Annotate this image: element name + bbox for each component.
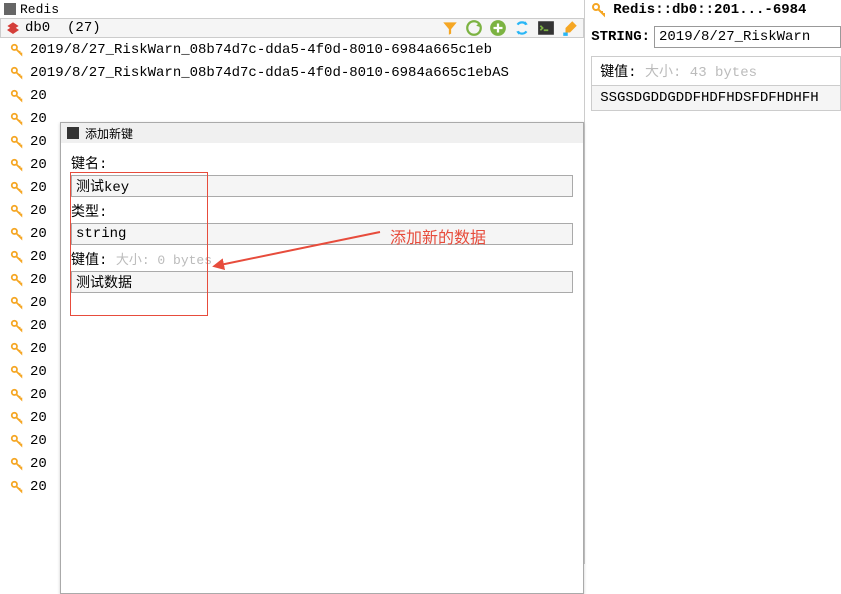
dialog-title-text: 添加新键 [85, 125, 133, 142]
type-label: 类型: [71, 201, 573, 221]
key-text: 20 [30, 410, 47, 426]
key-text: 20 [30, 433, 47, 449]
add-key-dialog: 添加新键 键名: 类型: 键值: 大小: 0 bytes [60, 122, 584, 594]
key-icon [10, 411, 24, 425]
key-icon [10, 342, 24, 356]
right-value-label: 键值: [600, 65, 636, 81]
string-label: STRING: [591, 29, 650, 45]
keyname-label: 键名: [71, 153, 573, 173]
key-text: 2019/8/27_RiskWarn_08b74d7c-dda5-4f0d-80… [30, 42, 492, 58]
right-breadcrumb: Redis::db0::201...-6984 [591, 0, 841, 20]
type-input[interactable] [71, 223, 573, 245]
key-icon [10, 296, 24, 310]
dialog-titlebar[interactable]: 添加新键 [61, 123, 583, 143]
titlebar: Redis [0, 0, 584, 18]
db-header[interactable]: db0 (27) [0, 18, 584, 38]
key-icon [10, 89, 24, 103]
terminal-icon[interactable] [537, 19, 555, 37]
key-icon [10, 365, 24, 379]
key-text: 20 [30, 364, 47, 380]
key-text: 2019/8/27_RiskWarn_08b74d7c-dda5-4f0d-80… [30, 65, 509, 81]
key-text: 20 [30, 88, 47, 104]
value-input[interactable] [71, 271, 573, 293]
string-key-input[interactable] [654, 26, 841, 48]
key-text: 20 [30, 134, 47, 150]
keyname-input[interactable] [71, 175, 573, 197]
key-icon [10, 181, 24, 195]
key-icon [10, 227, 24, 241]
key-row[interactable]: 2019/8/27_RiskWarn_08b74d7c-dda5-4f0d-80… [0, 38, 584, 61]
right-value-content[interactable]: SSGSDGDDGDDFHDFHDSFDFHDHFH [592, 85, 840, 110]
key-icon [10, 480, 24, 494]
key-text: 20 [30, 226, 47, 242]
right-value-hint: 大小: 43 bytes [645, 65, 757, 81]
toolbar [441, 19, 579, 37]
key-text: 20 [30, 479, 47, 495]
key-text: 20 [30, 295, 47, 311]
value-label: 键值: 大小: 0 bytes [71, 249, 573, 269]
key-row[interactable]: 20 [0, 84, 584, 107]
title-text: Redis [20, 2, 59, 17]
key-text: 20 [30, 157, 47, 173]
key-icon [591, 2, 607, 18]
dialog-icon [67, 127, 79, 139]
key-icon [10, 66, 24, 80]
key-icon [10, 112, 24, 126]
key-icon [10, 319, 24, 333]
key-text: 20 [30, 318, 47, 334]
key-text: 20 [30, 456, 47, 472]
key-icon [10, 43, 24, 57]
key-text: 20 [30, 341, 47, 357]
key-icon [10, 158, 24, 172]
add-icon[interactable] [489, 19, 507, 37]
db-name: db0 (27) [25, 20, 101, 36]
database-icon [5, 20, 21, 36]
annotation-text: 添加新的数据 [390, 224, 486, 248]
key-icon [10, 388, 24, 402]
key-text: 20 [30, 180, 47, 196]
key-text: 20 [30, 203, 47, 219]
key-text: 20 [30, 111, 47, 127]
key-icon [10, 457, 24, 471]
key-text: 20 [30, 272, 47, 288]
key-icon [10, 250, 24, 264]
key-icon [10, 204, 24, 218]
key-icon [10, 135, 24, 149]
refresh-icon[interactable] [465, 19, 483, 37]
brush-icon[interactable] [561, 19, 579, 37]
key-row[interactable]: 2019/8/27_RiskWarn_08b74d7c-dda5-4f0d-80… [0, 61, 584, 84]
key-icon [10, 273, 24, 287]
redis-icon [4, 3, 16, 15]
key-icon [10, 434, 24, 448]
value-box: 键值: 大小: 43 bytes SSGSDGDDGDDFHDFHDSFDFHD… [591, 56, 841, 111]
key-text: 20 [30, 249, 47, 265]
filter-icon[interactable] [441, 19, 459, 37]
sync-icon[interactable] [513, 19, 531, 37]
key-text: 20 [30, 387, 47, 403]
